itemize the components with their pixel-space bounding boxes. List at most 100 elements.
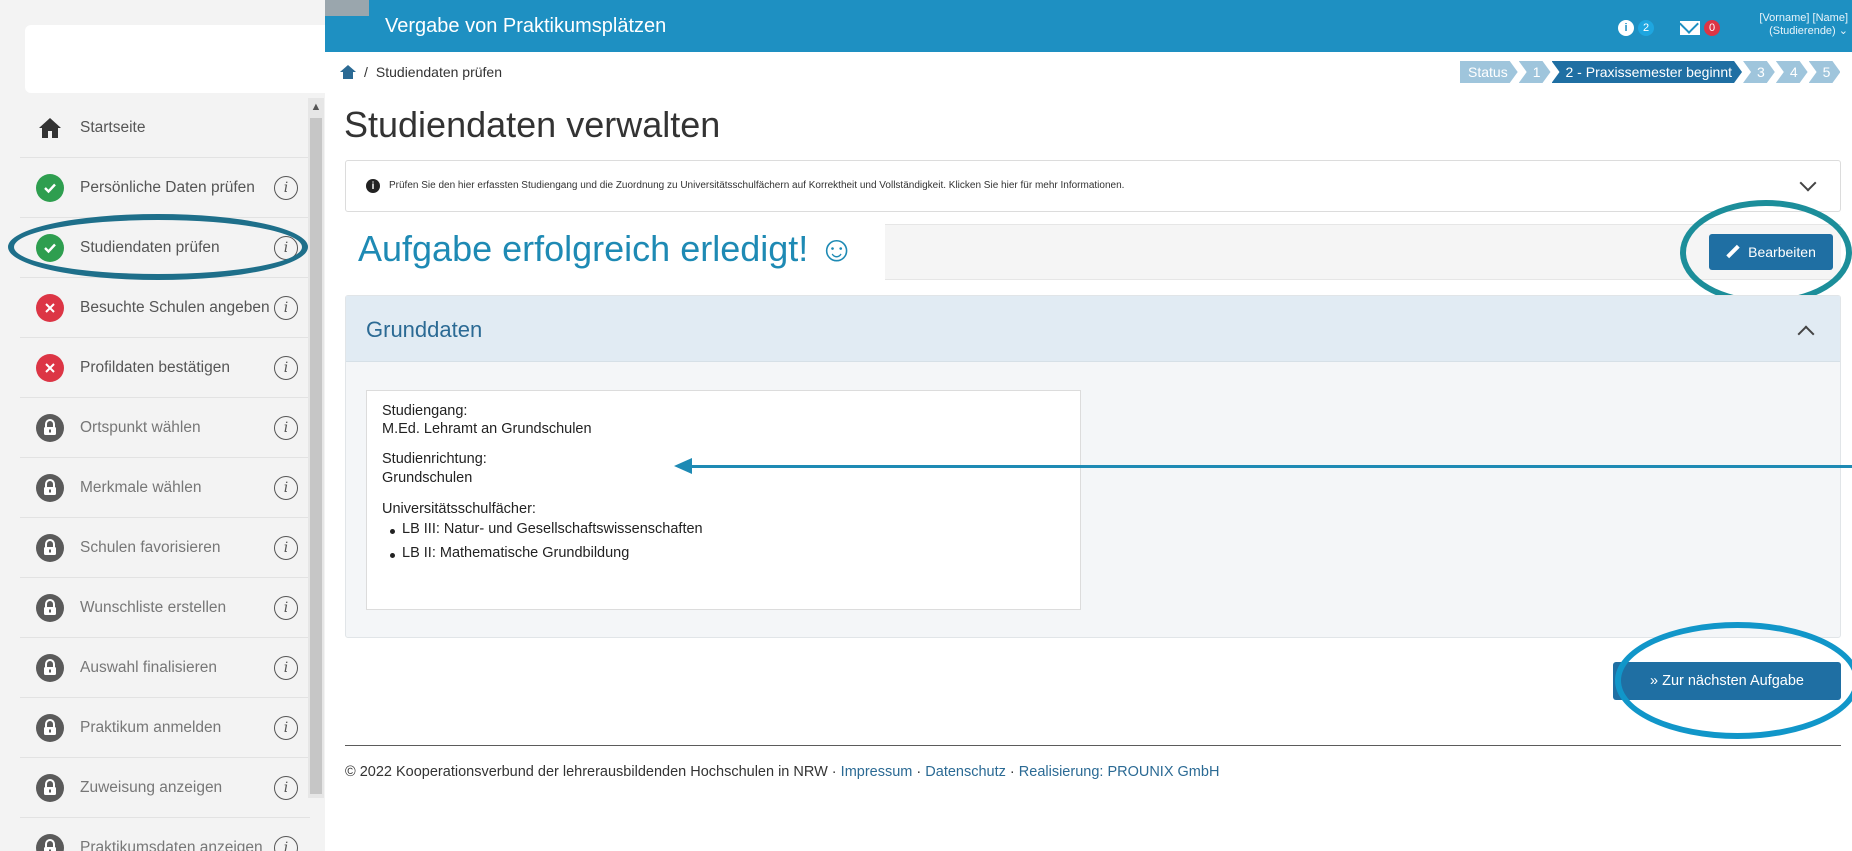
- lock-icon: [36, 413, 64, 442]
- step-5: 5: [1809, 61, 1841, 83]
- studienrichtung-value: Grundschulen: [382, 470, 473, 486]
- info-icon[interactable]: i: [274, 295, 298, 320]
- info-icon[interactable]: i: [274, 835, 298, 851]
- studiengang-label: Studiengang:: [382, 403, 468, 419]
- data-card: Studiengang: M.Ed. Lehramt an Grundschul…: [366, 390, 1081, 610]
- studiengang-value: M.Ed. Lehramt an Grundschulen: [382, 421, 592, 437]
- app-title: Vergabe von Praktikumsplätzen: [385, 15, 667, 37]
- sidebar-item-10[interactable]: Praktikum anmelden i: [20, 698, 310, 758]
- impressum-link[interactable]: Impressum: [841, 764, 913, 780]
- chevron-up-icon[interactable]: [1797, 325, 1815, 343]
- status-stepper: Status 1 2 - Praxissemester beginnt 3 4 5: [1460, 61, 1841, 83]
- lock-icon: [36, 653, 64, 682]
- x-icon: [36, 293, 64, 322]
- sidebar-item-label: Zuweisung anzeigen: [80, 778, 223, 796]
- sidebar-item-label: Startseite: [80, 118, 146, 136]
- realisierung-link[interactable]: Realisierung: PROUNIX GmbH: [1019, 764, 1220, 780]
- sidebar-item-label: Schulen favorisieren: [80, 538, 221, 556]
- step-3: 3: [1743, 61, 1775, 83]
- sidebar-item-3[interactable]: Besuchte Schulen angeben i: [20, 278, 310, 338]
- info-count-badge: 2: [1638, 20, 1654, 36]
- scroll-thumb[interactable]: [310, 118, 322, 794]
- top-header: Vergabe von Praktikumsplätzen i 2 0 [Vor…: [325, 0, 1852, 52]
- breadcrumb-separator: /: [364, 64, 368, 80]
- sidebar-item-12[interactable]: Praktikumsdaten anzeigen i: [20, 818, 310, 851]
- studienrichtung-label: Studienrichtung:: [382, 451, 487, 467]
- lock-icon: [36, 533, 64, 562]
- lock-icon: [36, 593, 64, 622]
- info-box[interactable]: i Prüfen Sie den hier erfassten Studieng…: [345, 160, 1841, 212]
- sidebar-item-5[interactable]: Ortspunkt wählen i: [20, 398, 310, 458]
- sidebar-item-label: Auswahl finalisieren: [80, 658, 217, 676]
- chevron-down-icon[interactable]: [1799, 174, 1817, 192]
- sidebar-item-1[interactable]: Persönliche Daten prüfen i: [20, 158, 310, 218]
- footer: © 2022 Kooperationsverbund der lehreraus…: [345, 764, 1219, 780]
- annotation-arrow-head: [674, 458, 692, 474]
- footer-sep: ·: [827, 764, 841, 780]
- info-icon[interactable]: i: [274, 175, 298, 200]
- footer-sep: ·: [1005, 764, 1019, 780]
- info-icon[interactable]: i: [274, 535, 298, 560]
- footer-divider: [345, 745, 1841, 746]
- scroll-up-icon[interactable]: ▲: [308, 98, 324, 116]
- mail-icon: [1680, 21, 1700, 35]
- notifications-button[interactable]: i 2: [1618, 20, 1654, 36]
- breadcrumb: / Studiendaten prüfen: [340, 64, 502, 80]
- info-icon[interactable]: i: [274, 775, 298, 800]
- step-4: 4: [1776, 61, 1808, 83]
- header-tab: [325, 0, 369, 16]
- lock-icon: [36, 833, 64, 851]
- panel-header[interactable]: Grunddaten: [346, 296, 1840, 362]
- highlight-circle-next: [1615, 622, 1852, 739]
- user-menu[interactable]: [Vorname] [Name] (Studierende) ⌄: [1743, 12, 1852, 38]
- info-icon: i: [1618, 20, 1634, 36]
- chevron-down-icon: ⌄: [1838, 25, 1848, 37]
- annotation-arrow-line: [690, 465, 1852, 468]
- footer-copyright: © 2022 Kooperationsverbund der lehreraus…: [345, 764, 828, 780]
- messages-button[interactable]: 0: [1680, 20, 1720, 36]
- faecher-label: Universitätsschulfächer:: [382, 501, 536, 517]
- info-icon[interactable]: i: [274, 355, 298, 380]
- info-icon[interactable]: i: [274, 655, 298, 680]
- panel-title: Grunddaten: [366, 317, 483, 342]
- success-message: Aufgabe erfolgreich erledigt! ☺: [358, 228, 856, 269]
- home-icon: [36, 114, 64, 142]
- sidebar-item-7[interactable]: Schulen favorisieren i: [20, 518, 310, 578]
- sidebar-item-6[interactable]: Merkmale wählen i: [20, 458, 310, 518]
- sidebar-item-8[interactable]: Wunschliste erstellen i: [20, 578, 310, 638]
- sidebar-item-label: Ortspunkt wählen: [80, 418, 201, 436]
- faecher-list: LB III: Natur- und Gesellschaftswissensc…: [382, 521, 703, 569]
- sidebar-item-label: Persönliche Daten prüfen: [80, 178, 255, 196]
- info-icon: i: [366, 179, 380, 193]
- user-name: [Vorname] [Name]: [1759, 12, 1848, 24]
- info-icon[interactable]: i: [274, 715, 298, 740]
- datenschutz-link[interactable]: Datenschutz: [925, 764, 1006, 780]
- step-1: 1: [1519, 61, 1551, 83]
- sidebar-scrollbar[interactable]: ▲: [308, 98, 324, 798]
- list-item: LB II: Mathematische Grundbildung: [382, 545, 703, 569]
- footer-sep: ·: [912, 764, 926, 780]
- sidebar-item-label: Praktikum anmelden: [80, 718, 222, 736]
- check-icon: [36, 173, 64, 202]
- sidebar-item-label: Merkmale wählen: [80, 478, 202, 496]
- sidebar-nav: Startseite Persönliche Daten prüfen i Studi…: [20, 98, 310, 851]
- info-icon[interactable]: i: [274, 475, 298, 500]
- sidebar-item-label: Besuchte Schulen angeben: [80, 298, 270, 316]
- sidebar-item-4[interactable]: Profildaten bestätigen i: [20, 338, 310, 398]
- sidebar-item-label: Profildaten bestätigen: [80, 358, 230, 376]
- step-2: 2 - Praxissemester beginnt: [1552, 61, 1743, 83]
- breadcrumb-current: Studiendaten prüfen: [375, 64, 502, 80]
- lock-icon: [36, 713, 64, 742]
- lock-icon: [36, 473, 64, 502]
- info-icon[interactable]: i: [274, 595, 298, 620]
- sidebar-item-0[interactable]: Startseite: [20, 98, 310, 158]
- user-role: (Studierende) ⌄: [1769, 25, 1848, 37]
- info-icon[interactable]: i: [274, 415, 298, 440]
- mail-count-badge: 0: [1704, 20, 1720, 36]
- x-icon: [36, 353, 64, 382]
- sidebar: Startseite Persönliche Daten prüfen i Studi…: [0, 0, 325, 851]
- sidebar-item-9[interactable]: Auswahl finalisieren i: [20, 638, 310, 698]
- sidebar-item-11[interactable]: Zuweisung anzeigen i: [20, 758, 310, 818]
- highlight-circle-sidebar: [8, 214, 308, 280]
- home-icon[interactable]: [340, 65, 356, 79]
